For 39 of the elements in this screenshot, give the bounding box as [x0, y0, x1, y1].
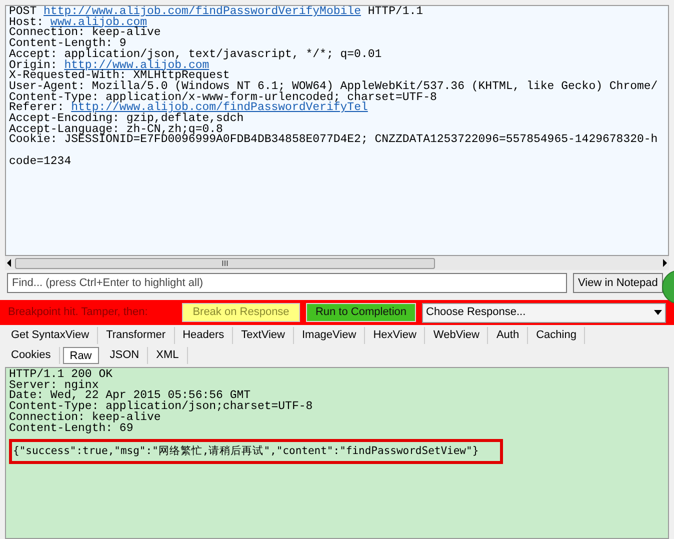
left-arrow-icon[interactable]: [7, 259, 11, 267]
header-line: Content-Length: 9: [9, 39, 126, 50]
view-tab[interactable]: HexView: [365, 326, 426, 344]
header-line: Accept: application/json, text/javascript, */*; q=0.01: [9, 50, 382, 61]
view-tab[interactable]: Transformer: [98, 326, 175, 344]
header-line: HTTP/1.1 200 OK: [9, 370, 113, 381]
header-line: Accept-Language: zh-CN,zh;q=0.8: [9, 124, 223, 136]
horizontal-scrollbar[interactable]: III: [5, 256, 669, 270]
header-line: Accept-Encoding: gzip,deflate,sdch: [9, 114, 244, 125]
view-tab[interactable]: JSON: [102, 346, 148, 364]
run-to-completion-button[interactable]: Run to Completion: [306, 303, 416, 322]
right-arrow-icon[interactable]: [663, 259, 667, 267]
view-tab[interactable]: TextView: [233, 326, 294, 344]
request-body: code=1234: [9, 156, 72, 168]
view-tab[interactable]: XML: [148, 346, 188, 364]
header-line: Content-Length: 69: [9, 424, 134, 434]
view-tab[interactable]: Auth: [488, 326, 528, 344]
dropdown-caret-icon: [654, 310, 662, 315]
breakpoint-label: Breakpoint hit. Tamper, then:: [8, 305, 149, 320]
scrollbar-thumb[interactable]: III: [15, 258, 435, 268]
view-tab[interactable]: Cookies: [3, 346, 60, 364]
header-line: POST http://www.alijob.com/findPasswordVerifyMobile HTTP/1.1: [9, 7, 424, 18]
header-line: Connection: keep-alive: [9, 412, 161, 424]
view-tab[interactable]: Get SyntaxView: [3, 326, 98, 344]
header-line: Cookie: JSESSIONID=E7FD0096999A0FDB4DB34858E077D4E2; CNZZDATA1253722096=557854965-1429678320-h: [9, 135, 658, 146]
header-line: Server: nginx: [9, 380, 99, 392]
view-tab[interactable]: WebView: [425, 326, 488, 344]
find-field[interactable]: Find... (press Ctrl+Enter to highlight all): [7, 273, 567, 293]
header-line: User-Agent: Mozilla/5.0 (Windows NT 6.1; WOW64) AppleWebKit/537.36 (KHTML, like Gecko) Chrome/: [9, 82, 658, 93]
header-line: Content-Type: application/json;charset=UTF-8: [9, 402, 313, 413]
highlighted-response-body: {"success":true,"msg":"网络繁忙,请稍后再试","content":"findPasswordSetView"}: [9, 439, 503, 464]
choose-response-dropdown[interactable]: Choose Response...: [422, 302, 666, 322]
view-tab[interactable]: ImageView: [294, 326, 366, 344]
url-link[interactable]: http://www.alijob.com/findPasswordVerifyMobile: [44, 6, 361, 18]
view-in-notepad-button[interactable]: View in Notepad: [573, 273, 663, 293]
header-line: X-Requested-With: XMLHttpRequest: [9, 71, 230, 82]
view-tab[interactable]: Caching: [528, 326, 586, 344]
view-tab[interactable]: Raw: [62, 346, 99, 364]
view-tab[interactable]: Headers: [174, 326, 234, 344]
